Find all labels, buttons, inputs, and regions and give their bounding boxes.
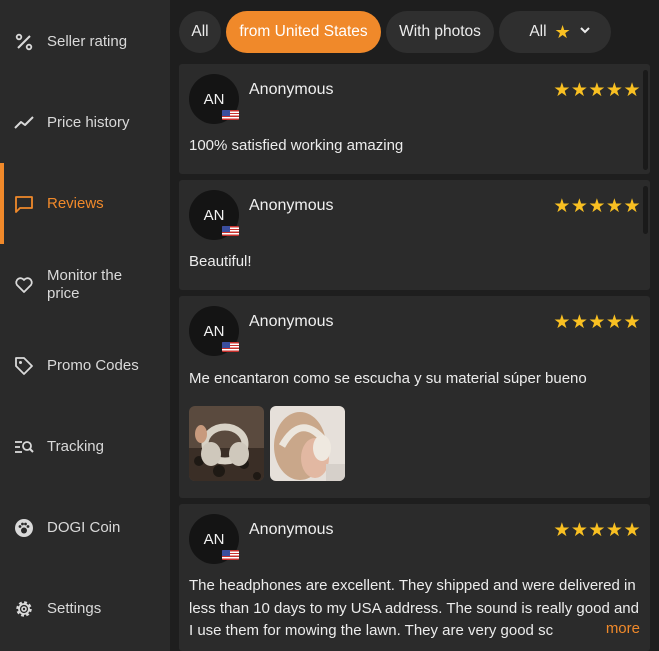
percent-icon: [14, 32, 34, 52]
review-card: AN Anonymous ★★★★★ The headphones are ex…: [179, 504, 650, 651]
review-text: The headphones are excellent. They shipp…: [189, 577, 639, 639]
us-flag-icon: [222, 342, 239, 352]
review-card: AN Anonymous ★★★★★ Me encantaron como se…: [179, 296, 650, 498]
tracking-search-icon: [14, 437, 34, 457]
sidebar: Seller rating Price history Reviews Moni…: [0, 0, 170, 651]
tag-icon: [14, 356, 34, 376]
filter-country-button[interactable]: from United States: [226, 11, 381, 53]
reviews-panel: All from United States With photos All ★…: [170, 0, 659, 651]
rating-filter-value: All: [529, 23, 547, 40]
filter-all-button[interactable]: All: [179, 11, 221, 53]
paw-coin-icon: [14, 518, 34, 538]
rating-stars: ★★★★★: [553, 80, 641, 101]
reviewer-name: Anonymous: [249, 313, 334, 330]
sidebar-item-label: Settings: [47, 599, 102, 617]
sidebar-item-label: Reviews: [47, 194, 104, 212]
sidebar-item-label: Monitor the price: [47, 266, 123, 302]
rating-stars: ★★★★★: [553, 196, 641, 217]
sidebar-item-label: Tracking: [47, 437, 104, 455]
sidebar-item-dogi-coin[interactable]: DOGI Coin: [0, 487, 170, 568]
sidebar-item-label: Promo Codes: [47, 356, 139, 374]
extension-panel: Seller rating Price history Reviews Moni…: [0, 0, 659, 651]
review-list[interactable]: AN Anonymous ★★★★★ 100% satisfied workin…: [179, 64, 650, 651]
sidebar-item-tracking[interactable]: Tracking: [0, 406, 170, 487]
chevron-down-icon: [579, 23, 591, 41]
trend-line-icon: [14, 113, 34, 133]
rating-stars: ★★★★★: [553, 312, 641, 333]
sidebar-item-promo-codes[interactable]: Promo Codes: [0, 325, 170, 406]
chat-bubble-icon: [14, 194, 34, 214]
sidebar-item-price-history[interactable]: Price history: [0, 82, 170, 163]
review-text: Beautiful!: [189, 253, 252, 270]
sidebar-item-reviews[interactable]: Reviews: [0, 163, 170, 244]
sidebar-item-monitor-price[interactable]: Monitor the price: [0, 244, 170, 325]
review-filters: All from United States With photos All ★: [179, 11, 611, 53]
review-card: AN Anonymous ★★★★★ Beautiful!: [179, 180, 650, 290]
heart-icon: [14, 275, 34, 295]
review-photos: [189, 406, 345, 481]
read-more-link[interactable]: more: [601, 620, 640, 637]
review-card: AN Anonymous ★★★★★ 100% satisfied workin…: [179, 64, 650, 174]
sidebar-item-settings[interactable]: Settings: [0, 568, 170, 649]
sidebar-item-label: Price history: [47, 113, 130, 131]
review-text: Me encantaron como se escucha y su mater…: [189, 370, 587, 387]
us-flag-icon: [222, 226, 239, 236]
card-scrollbar[interactable]: [643, 70, 648, 170]
gear-icon: [14, 599, 34, 619]
filter-photos-button[interactable]: With photos: [386, 11, 494, 53]
sidebar-item-seller-rating[interactable]: Seller rating: [0, 1, 170, 82]
rating-stars: ★★★★★: [553, 520, 641, 541]
us-flag-icon: [222, 110, 239, 120]
reviewer-name: Anonymous: [249, 197, 334, 214]
sidebar-item-label: DOGI Coin: [47, 518, 121, 536]
review-photo-headphones[interactable]: [189, 406, 264, 481]
reviewer-name: Anonymous: [249, 81, 334, 98]
reviewer-name: Anonymous: [249, 521, 334, 538]
review-photo-person-wearing-headphones[interactable]: [270, 406, 345, 481]
us-flag-icon: [222, 550, 239, 560]
review-text: 100% satisfied working amazing: [189, 137, 404, 154]
card-scrollbar[interactable]: [643, 186, 648, 234]
sidebar-item-label: Seller rating: [47, 32, 128, 50]
filter-rating-dropdown[interactable]: All ★: [499, 11, 611, 53]
star-icon: ★: [554, 21, 571, 42]
